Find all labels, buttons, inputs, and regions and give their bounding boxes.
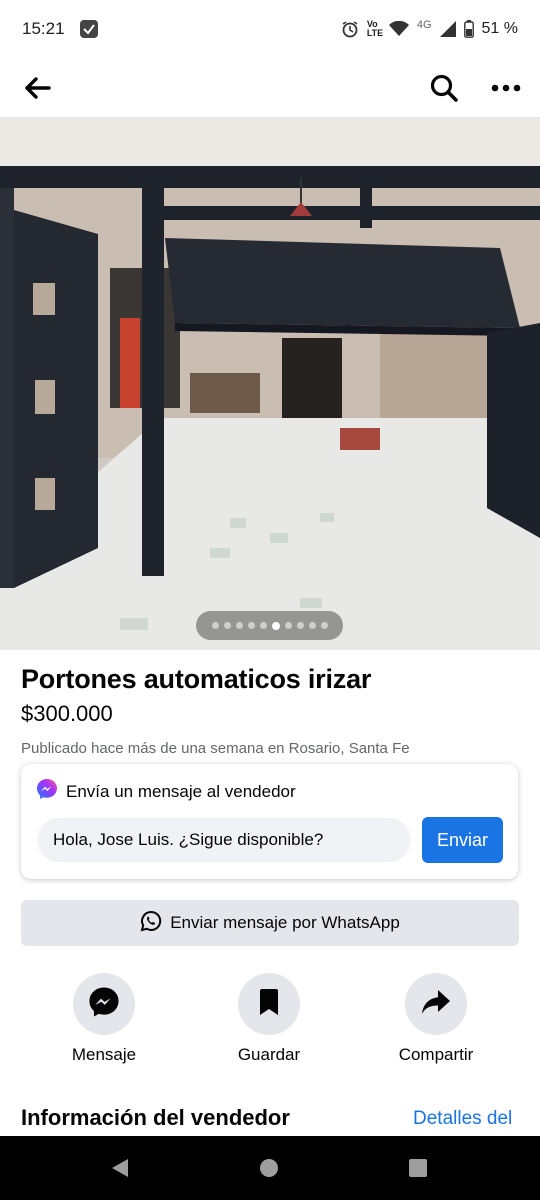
listing-photo[interactable] xyxy=(0,118,540,650)
battery-percent: 51 % xyxy=(481,20,518,37)
message-seller-card: Envía un mensaje al vendedor Hola, Jose … xyxy=(21,764,518,879)
signal-icon xyxy=(439,21,456,37)
whatsapp-button-label: Enviar mensaje por WhatsApp xyxy=(170,913,400,932)
pager-dot[interactable] xyxy=(320,622,328,629)
nav-back-icon[interactable] xyxy=(80,1136,160,1200)
share-action-label: Compartir xyxy=(398,1045,474,1064)
messenger-icon xyxy=(36,778,58,805)
message-card-heading: Envía un mensaje al vendedor xyxy=(66,781,296,801)
save-action-button[interactable]: Guardar xyxy=(199,973,339,1065)
pager-dot[interactable] xyxy=(259,622,267,629)
messenger-icon xyxy=(88,986,120,1023)
status-bar: 15:21 Vo LTE 4G 51 % xyxy=(0,0,540,58)
listing-title: Portones automaticos irizar xyxy=(21,664,372,694)
nav-home-icon[interactable] xyxy=(229,1136,309,1200)
bookmark-icon xyxy=(258,988,280,1021)
pager-dot[interactable] xyxy=(308,622,316,629)
pager-dot[interactable] xyxy=(235,622,243,629)
wifi-icon xyxy=(388,21,409,37)
send-button[interactable]: Enviar xyxy=(422,817,503,863)
alarm-icon xyxy=(341,20,359,38)
whatsapp-button[interactable]: Enviar mensaje por WhatsApp xyxy=(21,900,519,946)
more-options-icon[interactable] xyxy=(488,70,524,106)
pager-dot[interactable] xyxy=(284,622,292,629)
message-input[interactable]: Hola, Jose Luis. ¿Sigue disponible? xyxy=(37,818,411,862)
share-icon xyxy=(421,989,451,1020)
system-navigation-bar xyxy=(0,1136,540,1200)
back-arrow-icon[interactable] xyxy=(20,70,56,106)
listing-price: $300.000 xyxy=(21,701,113,726)
action-row: Mensaje Guardar Compartir xyxy=(0,973,540,1073)
seller-details-link[interactable]: Detalles del xyxy=(413,1108,512,1130)
pager-dot[interactable] xyxy=(271,621,280,630)
status-time: 15:21 xyxy=(22,19,65,38)
volte-indicator: Vo LTE xyxy=(366,19,384,38)
nav-recents-icon[interactable] xyxy=(378,1136,458,1200)
whatsapp-icon xyxy=(140,910,162,937)
save-action-label: Guardar xyxy=(237,1045,301,1064)
share-action-button[interactable]: Compartir xyxy=(366,973,506,1065)
seller-info-heading: Información del vendedor xyxy=(21,1105,290,1130)
pager-dot[interactable] xyxy=(211,622,219,629)
battery-icon xyxy=(463,20,474,38)
listing-posted-info: Publicado hace más de una semana en Rosa… xyxy=(21,740,410,757)
garage-gate-photo xyxy=(0,118,540,650)
pager-dot[interactable] xyxy=(223,622,231,629)
message-action-label: Mensaje xyxy=(71,1045,137,1064)
network-type: 4G xyxy=(416,19,432,31)
search-icon[interactable] xyxy=(426,70,462,106)
message-action-button[interactable]: Mensaje xyxy=(34,973,174,1065)
notification-app-icon xyxy=(79,19,99,39)
photo-pager[interactable] xyxy=(196,611,343,640)
top-app-bar xyxy=(0,58,540,118)
pager-dot[interactable] xyxy=(296,622,304,629)
pager-dot[interactable] xyxy=(247,622,255,629)
